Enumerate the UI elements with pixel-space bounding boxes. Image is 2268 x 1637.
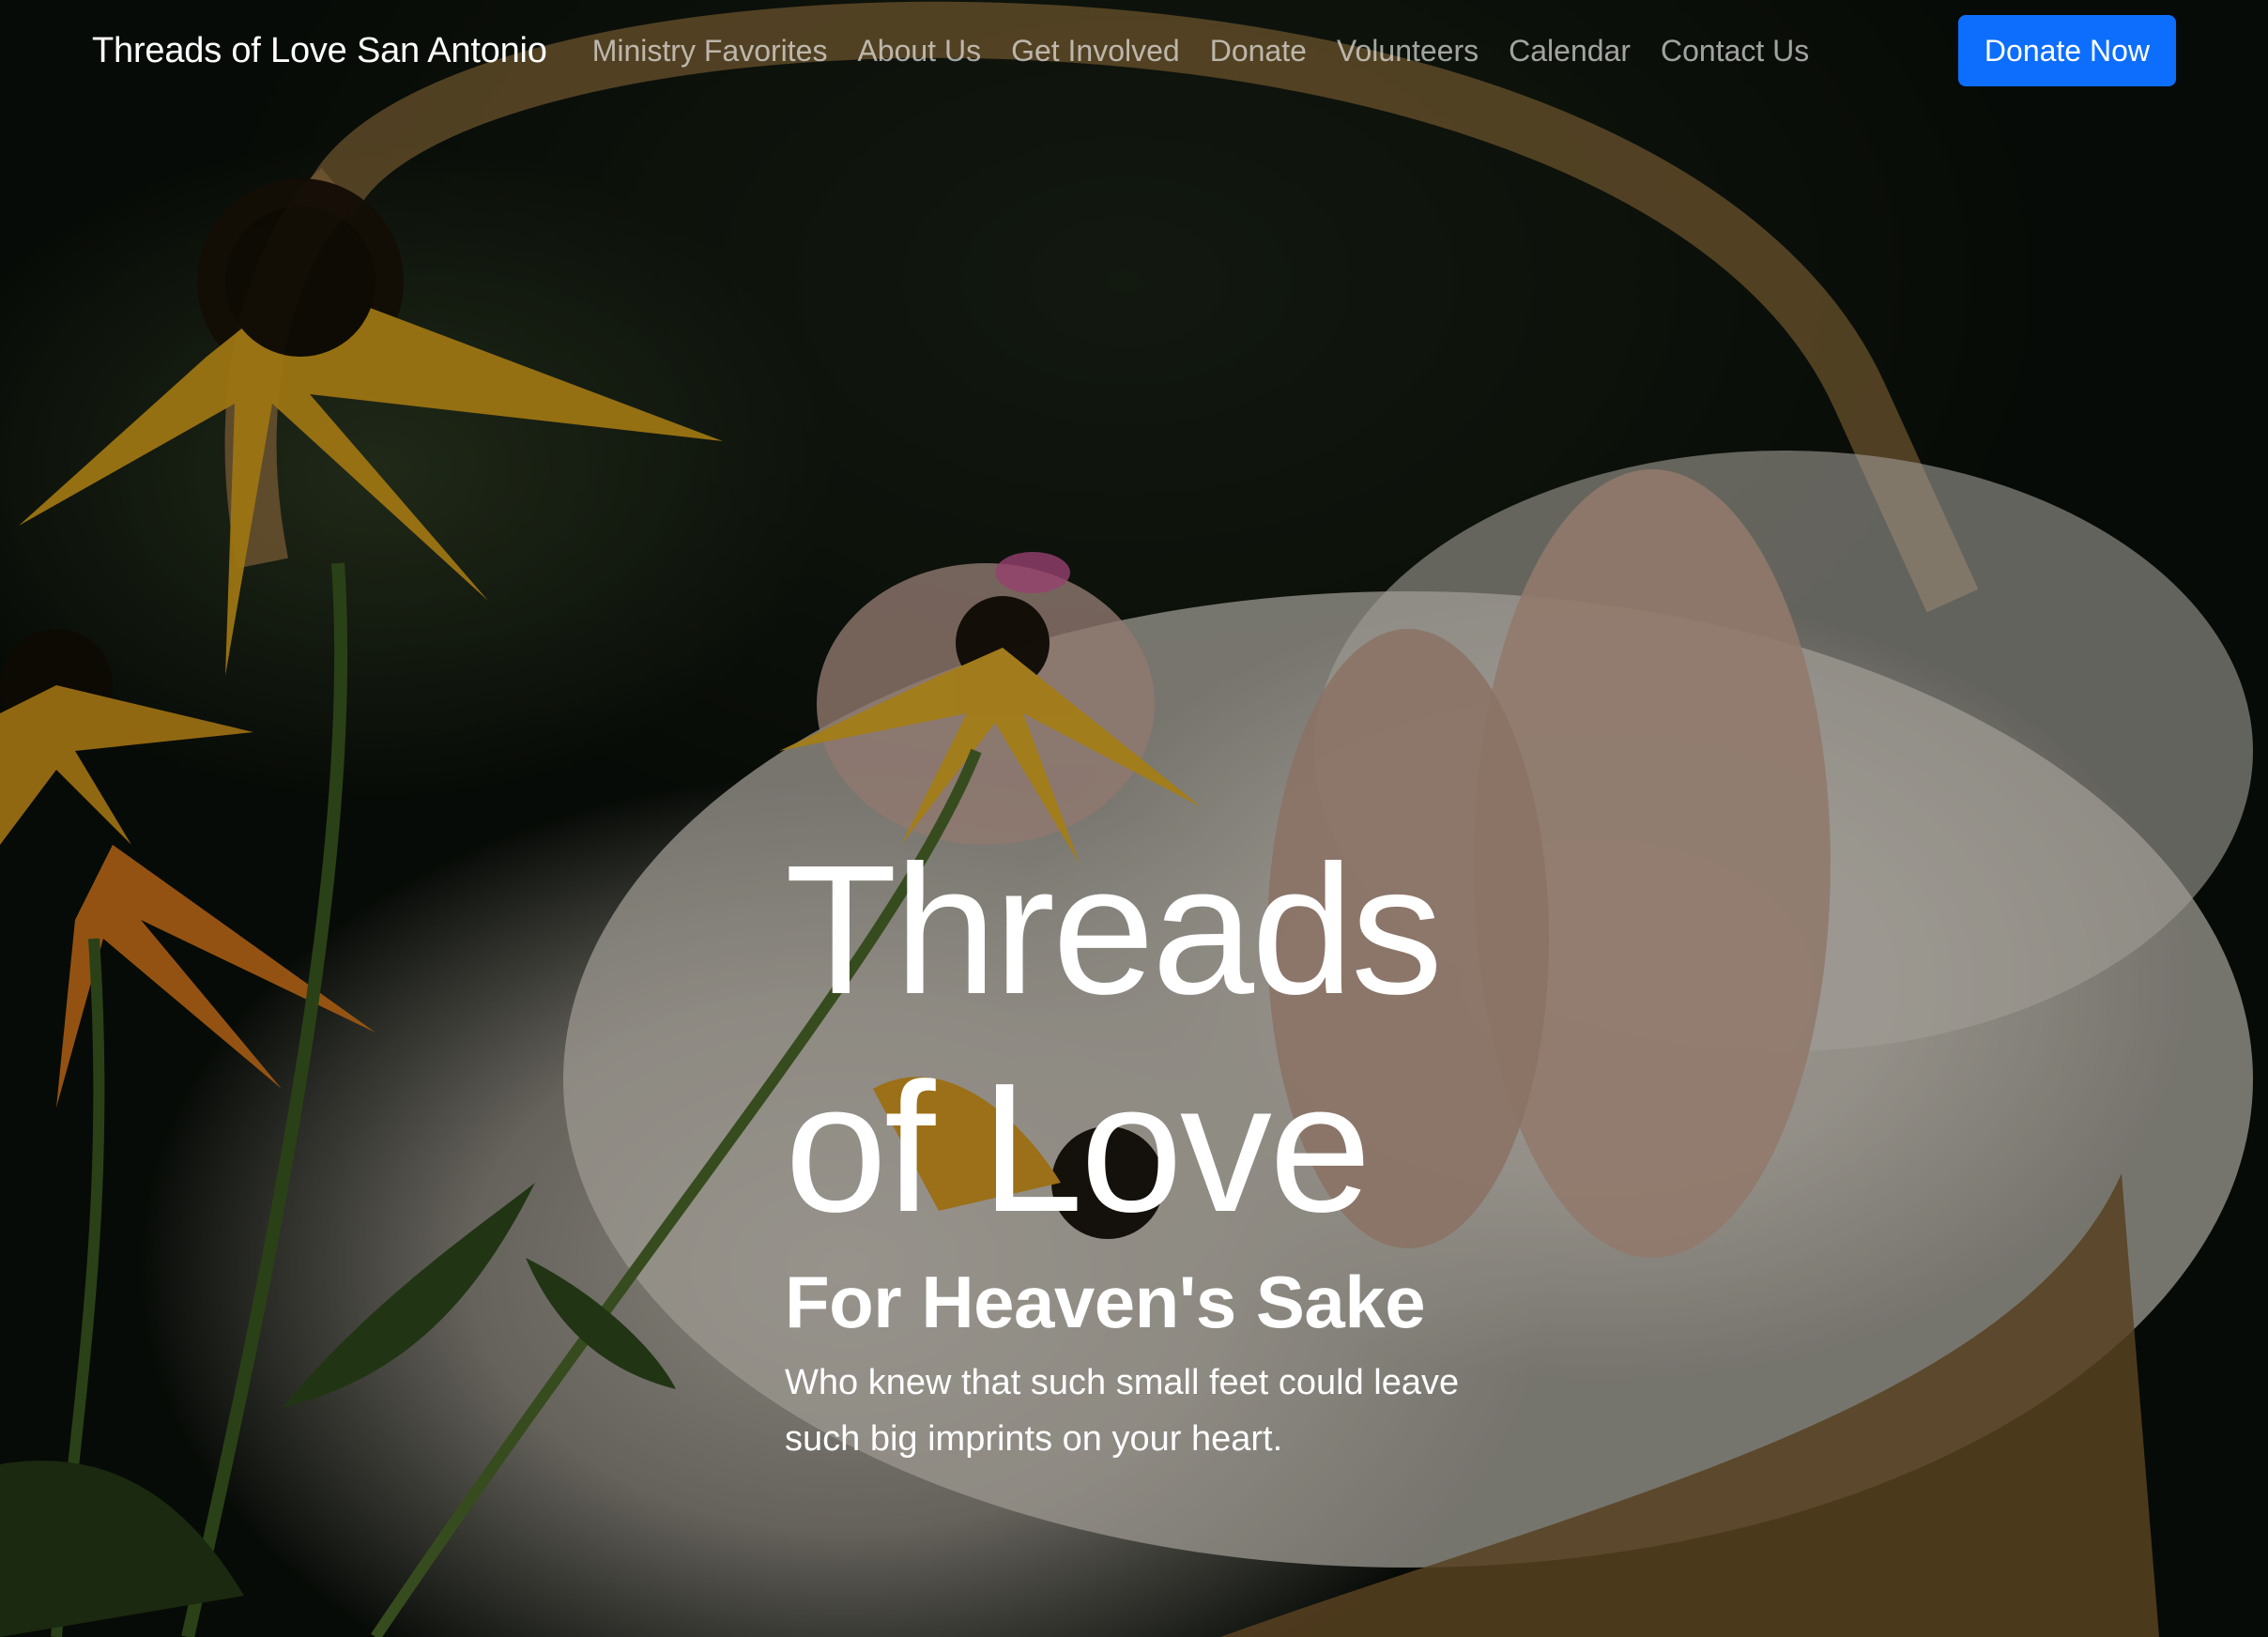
donate-now-button[interactable]: Donate Now [1957, 15, 2176, 86]
hero-title-line-2: of Love [785, 1045, 1372, 1250]
nav-link-ministry-favorites[interactable]: Ministry Favorites [592, 34, 843, 69]
nav-link-volunteers[interactable]: Volunteers [1322, 34, 1494, 69]
hero-subtitle: For Heaven's Sake [785, 1261, 1426, 1343]
hero-lead-text: Who knew that such small feet could leav… [785, 1363, 1460, 1459]
hero-text-block: Threads of Love For Heaven's Sake Who kn… [785, 821, 1555, 1467]
nav-link-donate[interactable]: Donate [1195, 34, 1322, 69]
brand-link[interactable]: Threads of Love San Antonio [92, 31, 547, 71]
nav-links: Ministry Favorites About Us Get Involved… [592, 34, 1825, 69]
hero-section: Threads of Love San Antonio Ministry Fav… [0, 0, 2268, 1637]
nav-link-about-us[interactable]: About Us [842, 34, 996, 69]
nav-link-calendar[interactable]: Calendar [1494, 34, 1646, 69]
hero-title-line-1: Threads [785, 827, 1443, 1033]
hero-title: Threads of Love [785, 821, 1555, 1257]
nav-link-get-involved[interactable]: Get Involved [996, 34, 1195, 69]
nav-link-contact-us[interactable]: Contact Us [1646, 34, 1824, 69]
top-navbar: Threads of Love San Antonio Ministry Fav… [0, 0, 2268, 101]
